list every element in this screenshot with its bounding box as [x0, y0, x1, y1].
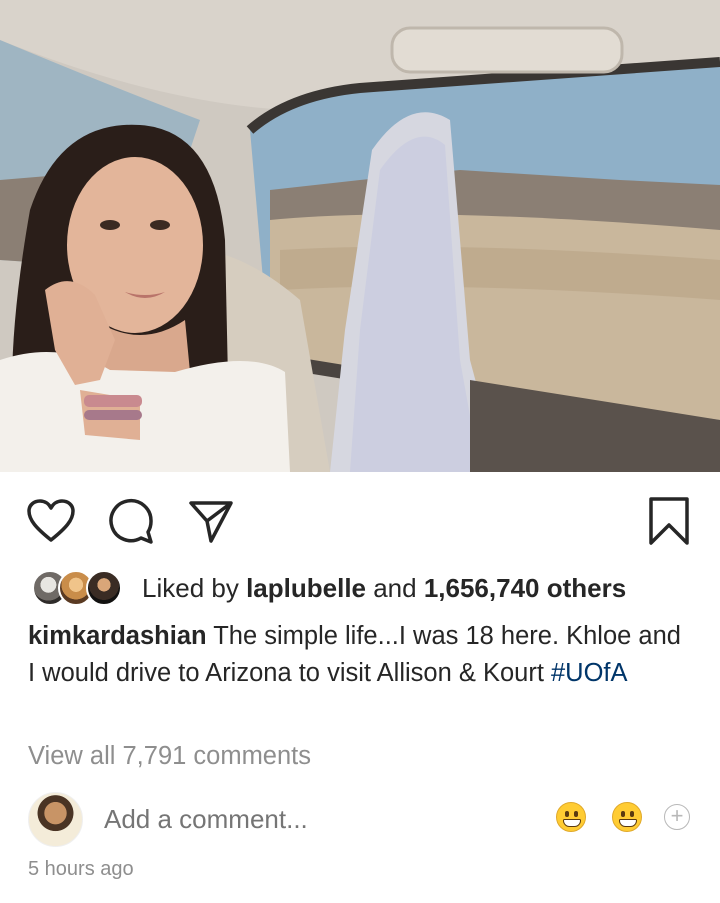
- add-comment-row: +: [28, 790, 692, 848]
- paper-plane-icon: [189, 501, 233, 543]
- post-timestamp: 5 hours ago: [28, 858, 134, 880]
- add-comment-input[interactable]: [104, 804, 464, 835]
- view-all-comments-link[interactable]: View all 7,791 comments: [28, 742, 311, 771]
- share-button[interactable]: [184, 494, 238, 548]
- heart-outline-icon: [27, 499, 75, 542]
- comment-button[interactable]: [104, 494, 158, 548]
- post-caption: kimkardashian The simple life...I was 18…: [28, 618, 688, 692]
- likes-summary[interactable]: Liked by laplubelle and 1,656,740 others: [28, 568, 698, 608]
- likes-count[interactable]: 1,656,740 others: [424, 573, 626, 603]
- grinning-face-icon[interactable]: [612, 802, 642, 832]
- grinning-face-icon[interactable]: [556, 802, 586, 832]
- post-photo[interactable]: [0, 0, 720, 472]
- plus-circle-icon[interactable]: +: [664, 804, 690, 830]
- post-actions-bar: [0, 484, 720, 556]
- liker-avatar: [86, 570, 122, 606]
- likes-middle: and: [366, 572, 424, 603]
- liker-username[interactable]: laplubelle: [246, 573, 366, 603]
- likes-text: Liked by laplubelle and 1,656,740 others: [142, 573, 626, 604]
- photo-illustration: [0, 0, 720, 472]
- avatar: [28, 792, 83, 847]
- comment-bubble-icon: [109, 498, 153, 544]
- like-button[interactable]: [24, 494, 78, 548]
- caption-hashtag[interactable]: #UOfA: [551, 659, 628, 687]
- save-button[interactable]: [642, 494, 696, 548]
- caption-username[interactable]: kimkardashian: [28, 622, 207, 650]
- likes-prefix: Liked by: [142, 572, 247, 603]
- bookmark-icon: [649, 497, 689, 545]
- liker-avatars: [28, 569, 128, 607]
